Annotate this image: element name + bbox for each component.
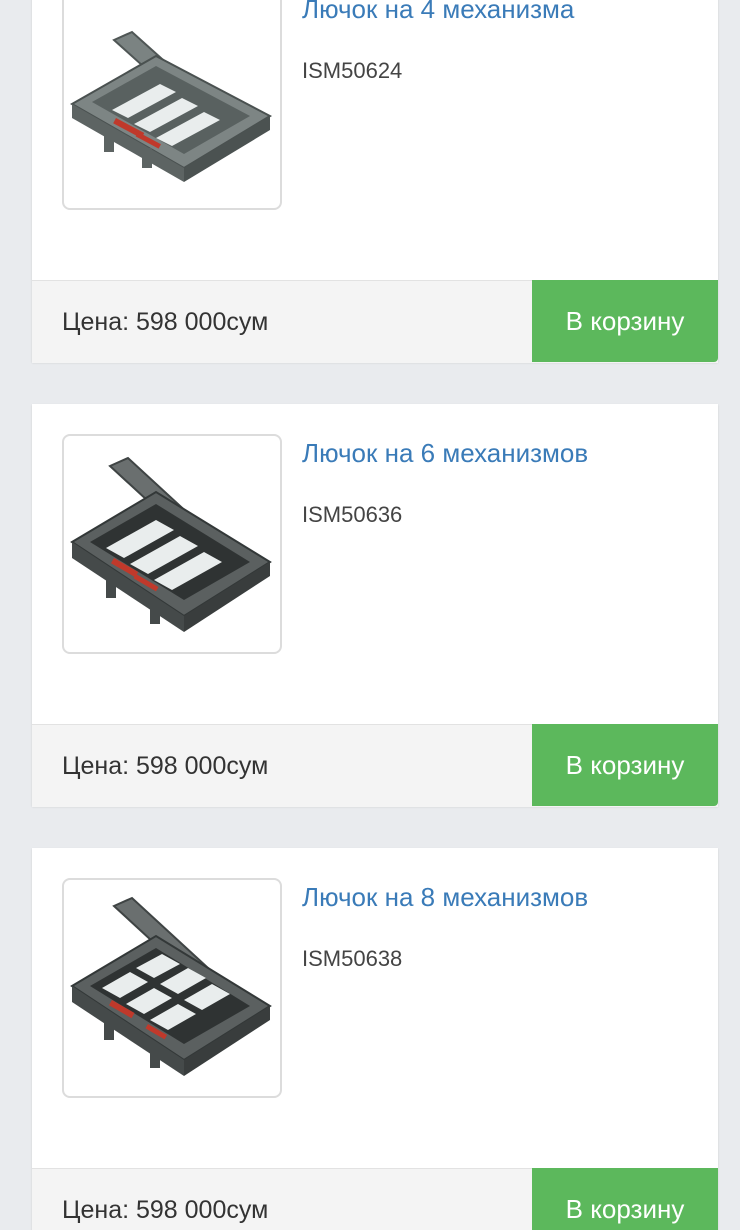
add-to-cart-button[interactable]: В корзину	[532, 1168, 718, 1230]
floor-box-icon	[70, 896, 272, 1076]
product-image[interactable]	[62, 0, 282, 210]
product-card-body: Лючок на 4 механизма ISM50624	[32, 0, 718, 280]
product-card: Лючок на 8 механизмов ISM50638 Цена: 598…	[32, 848, 718, 1230]
product-card-footer: Цена: 598 000сум В корзину	[32, 724, 718, 807]
floor-box-icon	[70, 456, 272, 632]
product-title-link[interactable]: Лючок на 4 механизма	[302, 0, 574, 25]
product-card-footer: Цена: 598 000сум В корзину	[32, 1168, 718, 1230]
product-title-link[interactable]: Лючок на 8 механизмов	[302, 882, 588, 913]
add-to-cart-button[interactable]: В корзину	[532, 724, 718, 806]
add-to-cart-button[interactable]: В корзину	[532, 280, 718, 362]
product-card-footer: Цена: 598 000сум В корзину	[32, 280, 718, 363]
product-sku: ISM50636	[302, 502, 403, 527]
product-card-body: Лючок на 6 механизмов ISM50636	[32, 404, 718, 724]
product-card: Лючок на 4 механизма ISM50624 Цена: 598 …	[32, 0, 718, 363]
product-sku: ISM50638	[302, 946, 403, 971]
product-card-body: Лючок на 8 механизмов ISM50638	[32, 848, 718, 1168]
product-card: Лючок на 6 механизмов ISM50636 Цена: 598…	[32, 404, 718, 807]
product-image[interactable]	[62, 878, 282, 1098]
product-price: Цена: 598 000сум	[62, 752, 269, 780]
product-image[interactable]	[62, 434, 282, 654]
product-list: Лючок на 4 механизма ISM50624 Цена: 598 …	[0, 0, 740, 1230]
product-price: Цена: 598 000сум	[62, 308, 269, 336]
product-price: Цена: 598 000сум	[62, 1196, 269, 1224]
product-sku: ISM50624	[302, 58, 403, 83]
floor-box-icon	[69, 30, 273, 182]
product-title-link[interactable]: Лючок на 6 механизмов	[302, 438, 588, 469]
